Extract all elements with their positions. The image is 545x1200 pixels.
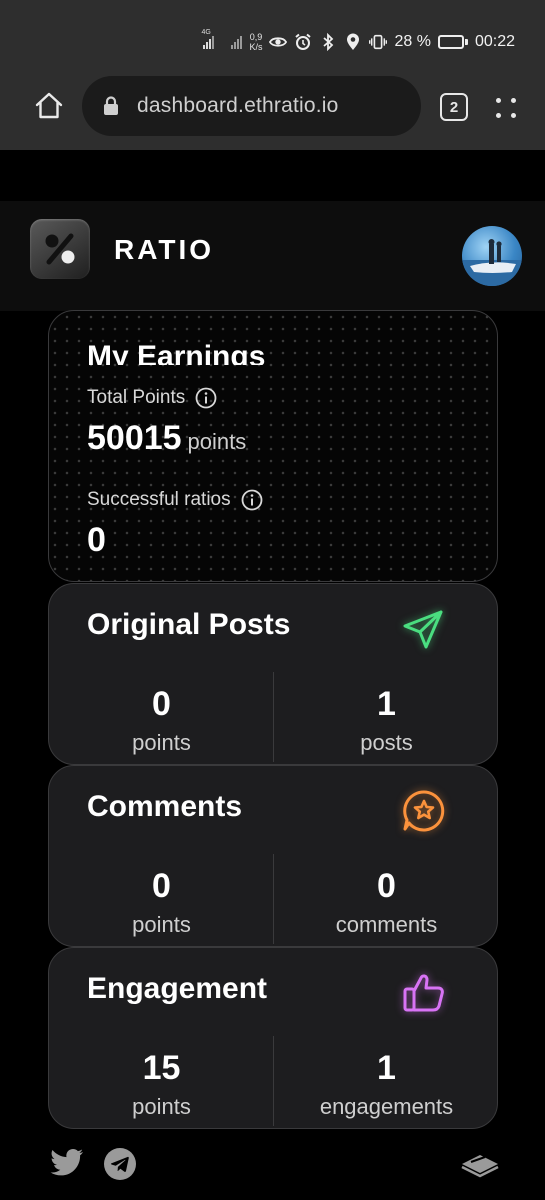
posts-stat: 1 posts [274,684,497,756]
points-value: 0 [152,867,171,905]
points-stat: 0 points [49,684,274,756]
points-label: points [132,1094,191,1119]
points-stat: 0 points [49,866,274,938]
posts-value: 1 [377,685,396,723]
earnings-title: My Earnings [87,340,266,365]
url-text[interactable]: dashboard.ethratio.io [137,94,339,118]
address-bar[interactable]: dashboard.ethratio.io [82,76,421,136]
total-points-value: 50015 [87,419,182,457]
comments-label: comments [335,912,438,937]
successful-ratios-label-row: Successful ratios [87,489,263,511]
paper-plane-icon [403,610,443,649]
points-label: points [132,912,191,937]
successful-ratios-value: 0 [87,521,106,559]
engagements-value: 1 [377,1049,396,1087]
comments-title: Comments [87,790,243,823]
bluetooth-icon [319,33,337,51]
battery-percent: 28 % [394,33,431,50]
status-bar: 4G 0,9 K/s 28 % 00:22 [0,0,545,66]
thumbs-up-icon [403,974,444,1012]
eye-icon [269,33,288,51]
telegram-icon[interactable] [104,1148,136,1180]
network-speed-unit: K/s [249,42,263,52]
logo[interactable] [30,219,90,279]
twitter-icon[interactable] [50,1148,84,1178]
points-stat: 15 points [49,1048,274,1120]
alarm-icon [294,33,312,51]
total-points-label-row: Total Points [87,387,217,409]
info-icon[interactable] [241,489,263,511]
original-posts-card[interactable]: Original Posts 0 points 1 posts [48,583,498,765]
earnings-card: My Earnings Total Points 50015 points Suc… [48,310,498,582]
original-posts-title: Original Posts [87,608,291,641]
signal-icon [231,35,243,49]
engagements-stat: 1 engagements [274,1048,497,1120]
points-value: 0 [152,685,171,723]
network-speed-value: 0,9 [249,32,263,42]
points-value: 15 [142,1049,181,1087]
posts-label: posts [360,730,413,755]
home-icon [35,92,63,119]
percent-icon [45,233,75,265]
comments-stat: 0 comments [274,866,497,938]
engagement-card[interactable]: Engagement 15 points 1 engagements [48,947,498,1129]
vibrate-icon [369,33,388,51]
total-points: 50015 points [87,419,246,458]
comments-card[interactable]: Comments 0 points 0 comments [48,765,498,947]
menu-button[interactable] [494,96,518,120]
browser-toolbar: dashboard.ethratio.io 2 [0,66,545,150]
home-button[interactable] [33,90,65,122]
lock-icon[interactable] [102,96,120,116]
brand-name: RATIO [114,234,215,265]
info-icon[interactable] [195,387,217,409]
engagement-title: Engagement [87,972,268,1005]
successful-ratios-label: Successful ratios [87,489,231,510]
location-icon [344,33,362,51]
engagements-label: engagements [319,1094,454,1119]
clock: 00:22 [474,33,515,50]
network-speed: 0,9 K/s [249,32,262,52]
chat-star-icon [403,790,445,832]
tab-count: 2 [449,98,459,116]
points-label: points [132,730,191,755]
status-icons: 4G 0,9 K/s 28 % 00:22 [201,28,515,56]
avatar[interactable] [462,226,522,286]
total-points-label: Total Points [87,387,186,408]
tabs-button[interactable]: 2 [440,93,468,121]
signal-icon: 4G [201,29,215,49]
network-type-label: 4G [201,29,211,36]
app-header: RATIO [0,201,545,311]
total-points-unit: points [187,429,247,454]
battery-icon [437,35,468,49]
gitbook-icon[interactable] [460,1150,500,1178]
comments-value: 0 [377,867,396,905]
